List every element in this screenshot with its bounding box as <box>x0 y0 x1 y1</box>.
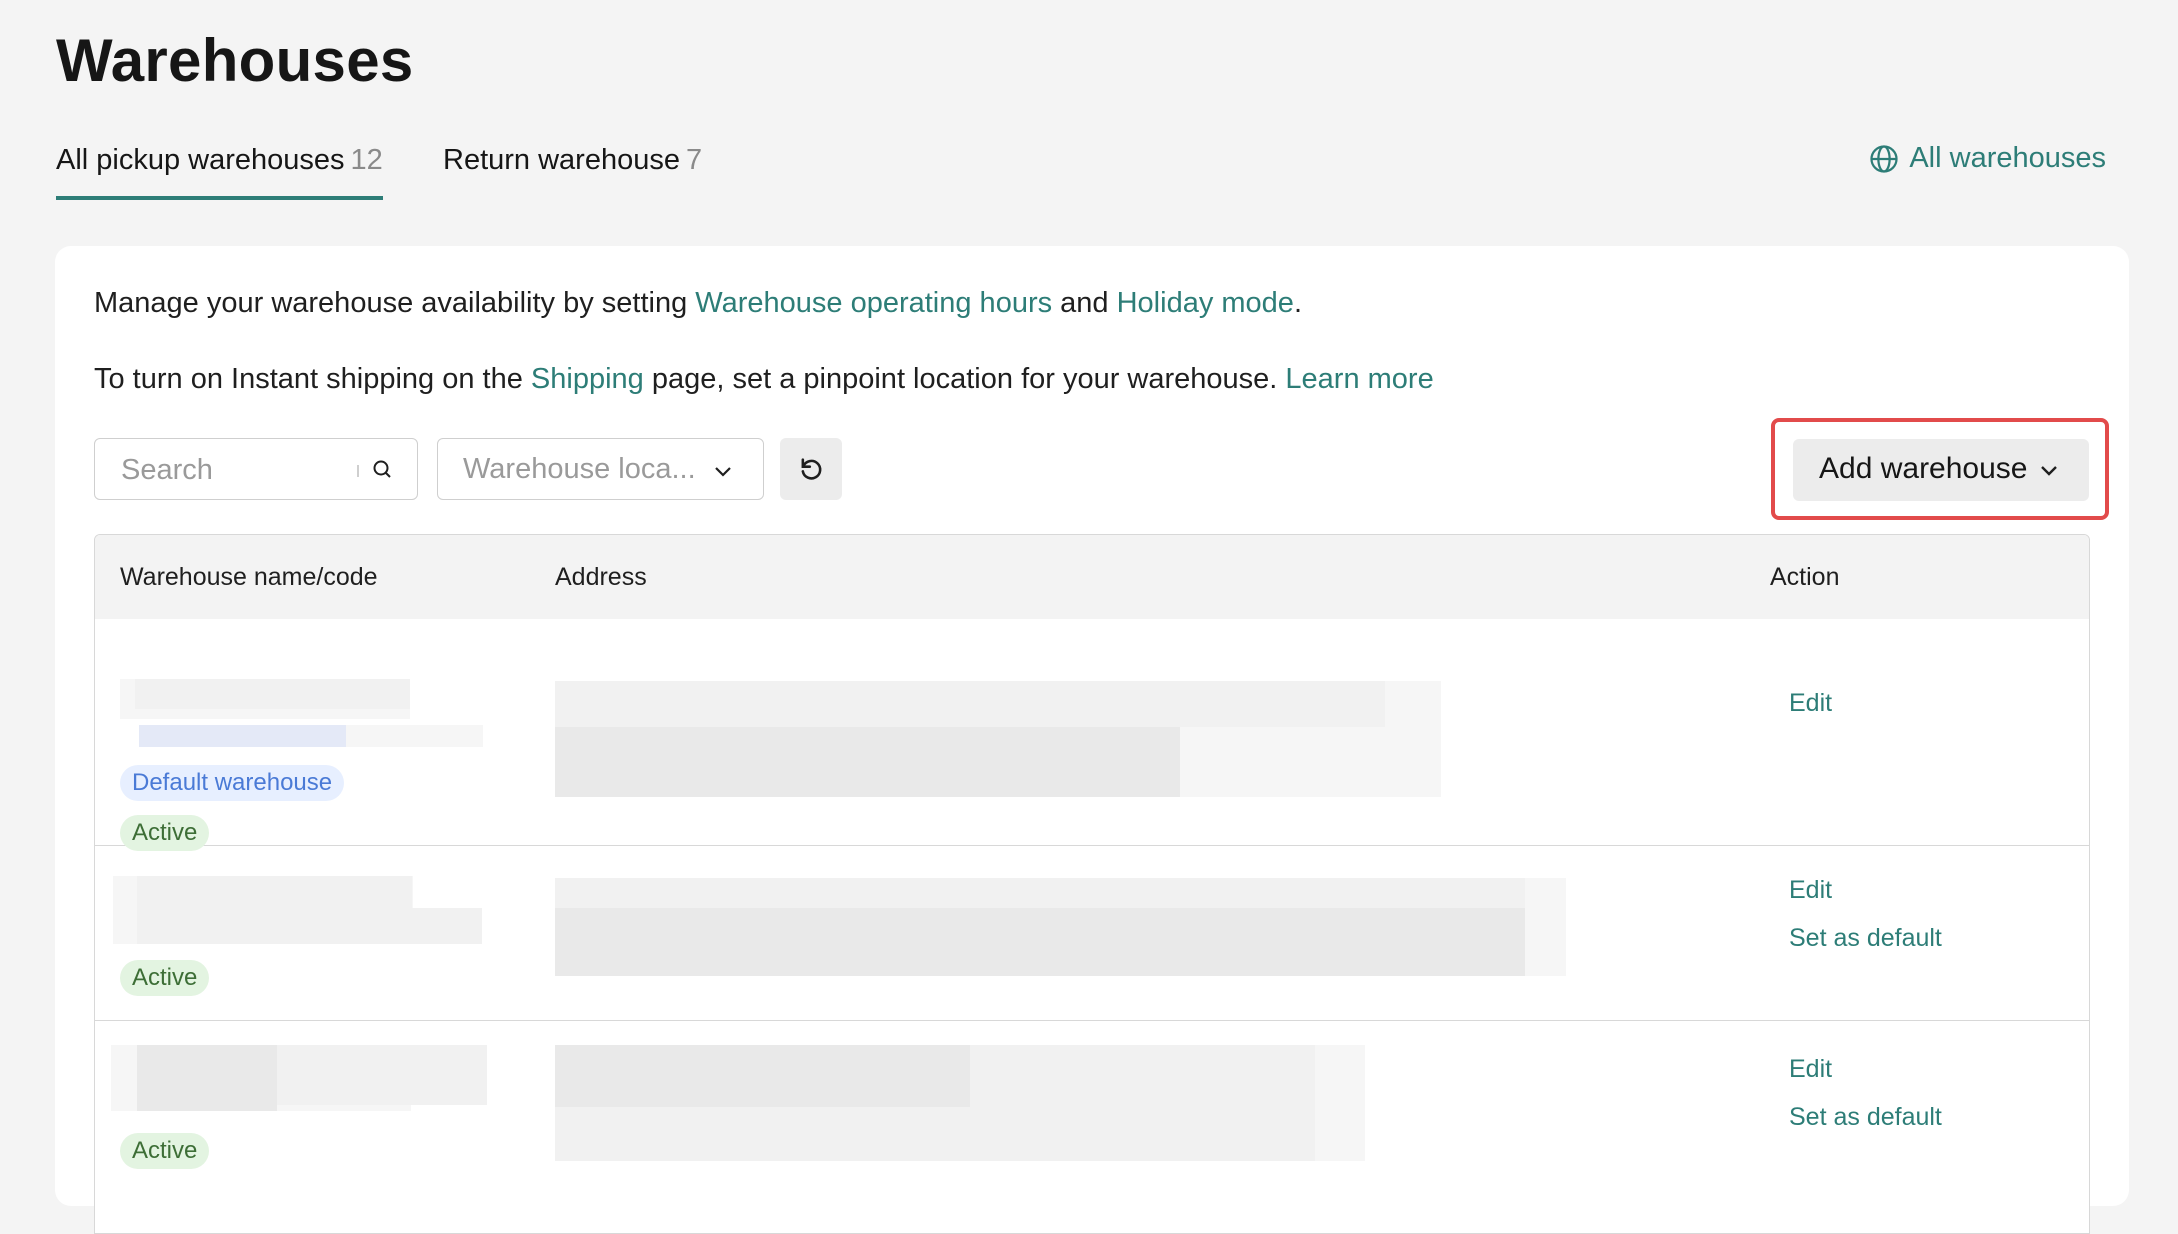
page-title: Warehouses <box>56 27 414 94</box>
edit-link[interactable]: Edit <box>1789 876 1832 905</box>
table-row: Active Edit Set as default <box>95 1021 2089 1233</box>
tab-return-warehouse[interactable]: Return warehouse 7 <box>443 144 702 196</box>
tab-count: 7 <box>685 144 703 176</box>
redacted-address <box>555 1107 1315 1161</box>
redacted-name <box>137 876 412 908</box>
column-header-address: Address <box>555 563 647 591</box>
redacted-address <box>970 1045 1315 1107</box>
column-header-name: Warehouse name/code <box>120 563 378 591</box>
refresh-icon <box>801 458 822 480</box>
redacted-address <box>555 878 1525 908</box>
holiday-mode-link[interactable]: Holiday mode <box>1117 287 1294 319</box>
status-badge: Active <box>120 960 210 996</box>
redacted-address <box>1180 727 1441 797</box>
tab-label: Return warehouse <box>443 144 680 176</box>
edit-link[interactable]: Edit <box>1789 1055 1832 1084</box>
redacted-code <box>137 908 482 944</box>
column-header-action: Action <box>1770 563 1840 591</box>
tab-count: 12 <box>350 144 383 176</box>
redacted-name <box>137 1045 277 1111</box>
warehouse-location-select[interactable]: Warehouse loca... <box>437 438 764 500</box>
add-warehouse-button[interactable]: Add warehouse <box>1793 439 2089 501</box>
chevron-down-icon <box>715 467 731 477</box>
redacted-address <box>555 1045 970 1107</box>
reset-button[interactable] <box>780 438 842 500</box>
learn-more-link[interactable]: Learn more <box>1285 363 1433 395</box>
operating-hours-link[interactable]: Warehouse operating hours <box>695 287 1052 319</box>
redacted-address <box>555 727 1180 797</box>
status-badge: Active <box>120 1133 210 1169</box>
info-line-hours: Manage your warehouse availability by se… <box>94 287 1302 320</box>
search-input[interactable] <box>119 439 343 501</box>
table-header: Warehouse name/code Address Action <box>95 535 2089 619</box>
redacted-code <box>346 725 483 747</box>
info-text: Manage your warehouse availability by se… <box>94 287 696 319</box>
set-as-default-link[interactable]: Set as default <box>1789 924 1942 953</box>
globe-icon <box>1870 144 1898 173</box>
info-text: and <box>1052 287 1117 319</box>
chevron-down-icon <box>2041 466 2057 476</box>
search-divider <box>357 465 359 477</box>
all-warehouses-label: All warehouses <box>1909 142 2106 174</box>
info-text: . <box>1293 287 1302 319</box>
search-icon[interactable] <box>370 457 394 481</box>
shipping-link[interactable]: Shipping <box>531 363 644 395</box>
all-warehouses-link[interactable]: All warehouses <box>1869 142 2106 175</box>
redacted-code <box>139 725 346 747</box>
tab-label: All pickup warehouses <box>56 144 345 176</box>
info-text: To turn on Instant shipping on the <box>94 363 531 395</box>
redacted-address <box>555 681 1385 727</box>
edit-link[interactable]: Edit <box>1789 689 1832 718</box>
tab-all-pickup-warehouses[interactable]: All pickup warehouses 12 <box>56 144 383 200</box>
location-select-value: Warehouse loca... <box>463 453 696 485</box>
add-warehouse-label: Add warehouse <box>1819 452 2028 485</box>
warehouse-card: Manage your warehouse availability by se… <box>55 246 2129 1234</box>
table-row: Active Edit Set as default <box>95 846 2089 1021</box>
redacted-name <box>135 679 410 709</box>
warehouse-table: Warehouse name/code Address Action Defau… <box>94 534 2090 1234</box>
default-warehouse-badge: Default warehouse <box>120 765 345 801</box>
info-line-shipping: To turn on Instant shipping on the Shipp… <box>94 363 1434 396</box>
redacted-address <box>555 908 1525 976</box>
set-as-default-link[interactable]: Set as default <box>1789 1103 1942 1132</box>
redacted-code <box>277 1045 487 1105</box>
search-box <box>94 438 418 501</box>
table-row: Default warehouse Active Edit <box>95 619 2089 851</box>
info-text: page, set a pinpoint location for your w… <box>643 363 1286 395</box>
